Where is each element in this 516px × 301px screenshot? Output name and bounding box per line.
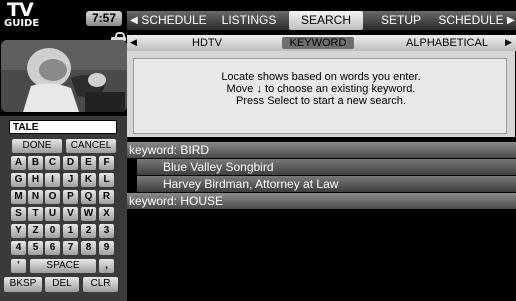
subnav-right-arrow-icon[interactable]: ▶ [505, 35, 512, 51]
key-e[interactable]: E [81, 156, 96, 170]
tab-schedule[interactable]: SCHEDULE [141, 11, 207, 30]
key-r[interactable]: R [99, 190, 114, 204]
key-u[interactable]: U [45, 207, 60, 221]
tab-setup[interactable]: SETUP [371, 11, 431, 30]
show-row-harvey-birdman[interactable]: Harvey Birdman, Attorney at Law [137, 176, 516, 192]
key-n[interactable]: N [28, 190, 43, 204]
subtab-alphabetical[interactable]: ALPHABETICAL [397, 35, 497, 51]
key-b[interactable]: B [28, 156, 43, 170]
key-6[interactable]: 6 [45, 241, 60, 255]
key-d[interactable]: D [63, 156, 78, 170]
key-j[interactable]: J [63, 173, 78, 187]
key-4[interactable]: 4 [11, 241, 26, 255]
key-a[interactable]: A [11, 156, 26, 170]
clock: 7:57 [86, 11, 122, 26]
key-apostrophe[interactable]: ' [11, 259, 26, 273]
tv-guide-logo: TV GUIDE [0, 0, 50, 34]
space-key[interactable]: SPACE [30, 259, 96, 273]
key-5[interactable]: 5 [28, 241, 43, 255]
info-line-3: Press Select to start a new search. [236, 95, 406, 107]
key-l[interactable]: L [99, 173, 114, 187]
key-q[interactable]: Q [81, 190, 96, 204]
top-nav-bar: ◀ SCHEDULE LISTINGS SEARCH SETUP SCHEDUL… [127, 11, 516, 30]
key-f[interactable]: F [99, 156, 114, 170]
results-list: keyword: BIRD Blue Valley Songbird Harve… [127, 141, 516, 301]
key-7[interactable]: 7 [63, 241, 78, 255]
info-line-1: Locate shows based on words you enter. [221, 71, 421, 83]
key-t[interactable]: T [28, 207, 43, 221]
key-c[interactable]: C [45, 156, 60, 170]
info-panel: Locate shows based on words you enter. M… [127, 51, 515, 137]
key-z[interactable]: Z [28, 224, 43, 238]
tab-schedule-2[interactable]: SCHEDULE [437, 11, 505, 30]
key-o[interactable]: O [45, 190, 60, 204]
key-i[interactable]: I [45, 173, 60, 187]
delete-key[interactable]: DEL [45, 277, 79, 292]
key-s[interactable]: S [11, 207, 26, 221]
key-w[interactable]: W [81, 207, 96, 221]
clear-key[interactable]: CLR [83, 277, 118, 292]
tab-listings[interactable]: LISTINGS [213, 11, 285, 30]
key-p[interactable]: P [63, 190, 78, 204]
nav-right-arrow-icon[interactable]: ▶ [507, 11, 515, 30]
key-m[interactable]: M [11, 190, 26, 204]
subtab-hdtv[interactable]: HDTV [167, 35, 247, 51]
key-1[interactable]: 1 [63, 224, 78, 238]
backspace-key[interactable]: BKSP [4, 277, 42, 292]
subnav-left-arrow-icon[interactable]: ◀ [130, 35, 137, 51]
key-x[interactable]: X [99, 207, 114, 221]
key-v[interactable]: V [63, 207, 78, 221]
sub-nav-bar: ◀ HDTV KEYWORD ALPHABETICAL ▶ [127, 35, 516, 51]
key-3[interactable]: 3 [99, 224, 114, 238]
key-k[interactable]: K [81, 173, 96, 187]
tab-search[interactable]: SEARCH [289, 11, 363, 30]
key-g[interactable]: G [11, 173, 26, 187]
keyword-row-bird[interactable]: keyword: BIRD [127, 142, 516, 158]
show-row-blue-valley[interactable]: Blue Valley Songbird [137, 159, 516, 175]
video-preview [1, 40, 127, 112]
keyword-input[interactable]: TALE [9, 120, 117, 134]
key-comma[interactable]: , [99, 259, 114, 273]
key-8[interactable]: 8 [81, 241, 96, 255]
key-9[interactable]: 9 [99, 241, 114, 255]
nav-left-arrow-icon[interactable]: ◀ [130, 11, 138, 30]
logo-guide-text: GUIDE [4, 18, 40, 29]
key-y[interactable]: Y [11, 224, 26, 238]
key-2[interactable]: 2 [81, 224, 96, 238]
subtab-keyword[interactable]: KEYWORD [282, 37, 354, 49]
info-line-2: Move ↓ to choose an existing keyword. [226, 83, 416, 95]
keyword-row-house[interactable]: keyword: HOUSE [127, 193, 516, 209]
key-0[interactable]: 0 [45, 224, 60, 238]
done-button[interactable]: DONE [12, 139, 62, 153]
cancel-button[interactable]: CANCEL [66, 139, 116, 153]
key-h[interactable]: H [28, 173, 43, 187]
